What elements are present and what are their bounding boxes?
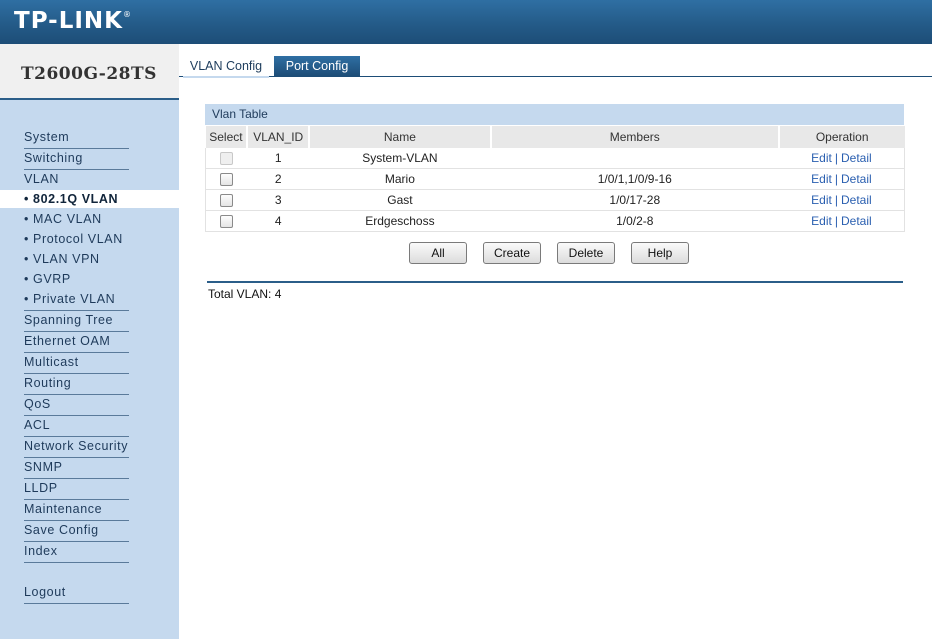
total-vlan-count: Total VLAN: 4 xyxy=(208,287,282,301)
model-box: T2600G-28TS xyxy=(0,44,179,100)
sidebar-item-multicast[interactable]: Multicast xyxy=(24,353,129,374)
delete-button[interactable]: Delete xyxy=(557,242,615,264)
sidebar-item-vlan-vpn[interactable]: • VLAN VPN xyxy=(24,250,100,268)
table-row: 4 Erdgeschoss 1/0/2-8 Edit | Detail xyxy=(205,210,905,232)
help-button[interactable]: Help xyxy=(631,242,689,264)
sidebar-item-lldp[interactable]: LLDP xyxy=(24,479,129,500)
detail-link[interactable]: Detail xyxy=(841,214,872,228)
vlan-name-cell: System-VLAN xyxy=(309,148,491,169)
sidebar-item-switching[interactable]: Switching xyxy=(24,149,129,170)
vlan-members-cell: 1/0/17-28 xyxy=(490,189,779,211)
col-members: Members xyxy=(490,126,780,148)
sidebar-item-8021q-vlan[interactable]: • 802.1Q VLAN xyxy=(0,190,179,208)
vlan-members-cell: 1/0/1,1/0/9-16 xyxy=(490,168,779,190)
sidebar-item-gvrp[interactable]: • GVRP xyxy=(24,270,71,288)
sidebar-item-spanning-tree[interactable]: Spanning Tree xyxy=(24,311,129,332)
tab-vlan-config[interactable]: VLAN Config xyxy=(183,56,269,78)
sidebar: System Switching VLAN • 802.1Q VLAN • MA… xyxy=(0,100,179,639)
detail-link[interactable]: Detail xyxy=(841,172,872,186)
vlan-id-cell: 4 xyxy=(247,210,310,232)
op-separator: | xyxy=(834,151,838,165)
sidebar-item-ethernet-oam[interactable]: Ethernet OAM xyxy=(24,332,129,353)
sidebar-item-routing[interactable]: Routing xyxy=(24,374,129,395)
table-row: 3 Gast 1/0/17-28 Edit | Detail xyxy=(205,189,905,211)
col-select: Select xyxy=(205,126,249,148)
sidebar-item-qos[interactable]: QoS xyxy=(24,395,129,416)
col-operation: Operation xyxy=(778,126,905,148)
detail-link[interactable]: Detail xyxy=(841,193,872,207)
operation-cell: Edit | Detail xyxy=(778,210,905,232)
all-button[interactable]: All xyxy=(409,242,467,264)
vlan-members-cell: 1/0/2-8 xyxy=(490,210,779,232)
sidebar-item-vlan[interactable]: VLAN xyxy=(24,170,129,190)
vlan-id-cell: 1 xyxy=(247,148,310,169)
vlan-members-cell xyxy=(490,148,779,169)
op-separator: | xyxy=(834,214,838,228)
sidebar-item-protocol-vlan[interactable]: • Protocol VLAN xyxy=(24,230,123,248)
edit-link[interactable]: Edit xyxy=(811,151,832,165)
bottom-divider xyxy=(207,281,903,283)
op-separator: | xyxy=(834,193,838,207)
vlan-id-cell: 2 xyxy=(247,168,310,190)
top-header: TP-LINK® xyxy=(0,0,932,44)
sidebar-item-private-vlan[interactable]: • Private VLAN xyxy=(24,290,129,311)
sidebar-item-maintenance[interactable]: Maintenance xyxy=(24,500,129,521)
model-name: T2600G-28TS xyxy=(21,64,157,84)
vlan-name-cell: Mario xyxy=(309,168,491,190)
tp-link-logo: TP-LINK® xyxy=(14,8,132,34)
operation-cell: Edit | Detail xyxy=(778,168,905,190)
sidebar-item-mac-vlan[interactable]: • MAC VLAN xyxy=(24,210,102,228)
edit-link[interactable]: Edit xyxy=(811,214,832,228)
sidebar-item-index[interactable]: Index xyxy=(24,542,129,563)
row-select-checkbox xyxy=(220,152,234,166)
table-row: 1 System-VLAN Edit | Detail xyxy=(205,148,905,169)
table-row: 2 Mario 1/0/1,1/0/9-16 Edit | Detail xyxy=(205,168,905,190)
vlan-table: Select VLAN_ID Name Members Operation 1 … xyxy=(205,126,905,232)
sidebar-item-network-security[interactable]: Network Security xyxy=(24,437,129,458)
sidebar-item-acl[interactable]: ACL xyxy=(24,416,129,437)
col-vlan-id: VLAN_ID xyxy=(247,126,311,148)
row-select-checkbox[interactable] xyxy=(220,215,234,229)
tab-port-config[interactable]: Port Config xyxy=(274,56,360,76)
vlan-table-title: Vlan Table xyxy=(205,104,904,125)
sidebar-item-snmp[interactable]: SNMP xyxy=(24,458,129,479)
vlan-id-cell: 3 xyxy=(247,189,310,211)
operation-cell: Edit | Detail xyxy=(778,189,905,211)
vlan-name-cell: Erdgeschoss xyxy=(309,210,491,232)
table-header-row: Select VLAN_ID Name Members Operation xyxy=(205,126,905,148)
edit-link[interactable]: Edit xyxy=(811,193,832,207)
sidebar-item-save-config[interactable]: Save Config xyxy=(24,521,129,542)
op-separator: | xyxy=(834,172,838,186)
sidebar-item-logout[interactable]: Logout xyxy=(24,583,129,604)
row-select-checkbox[interactable] xyxy=(220,194,234,208)
edit-link[interactable]: Edit xyxy=(811,172,832,186)
operation-cell: Edit | Detail xyxy=(778,148,905,169)
create-button[interactable]: Create xyxy=(483,242,541,264)
tab-bar-divider xyxy=(179,76,932,77)
vlan-name-cell: Gast xyxy=(309,189,491,211)
row-select-checkbox[interactable] xyxy=(220,173,234,187)
col-name: Name xyxy=(309,126,492,148)
sidebar-item-system[interactable]: System xyxy=(24,128,129,149)
detail-link[interactable]: Detail xyxy=(841,151,872,165)
